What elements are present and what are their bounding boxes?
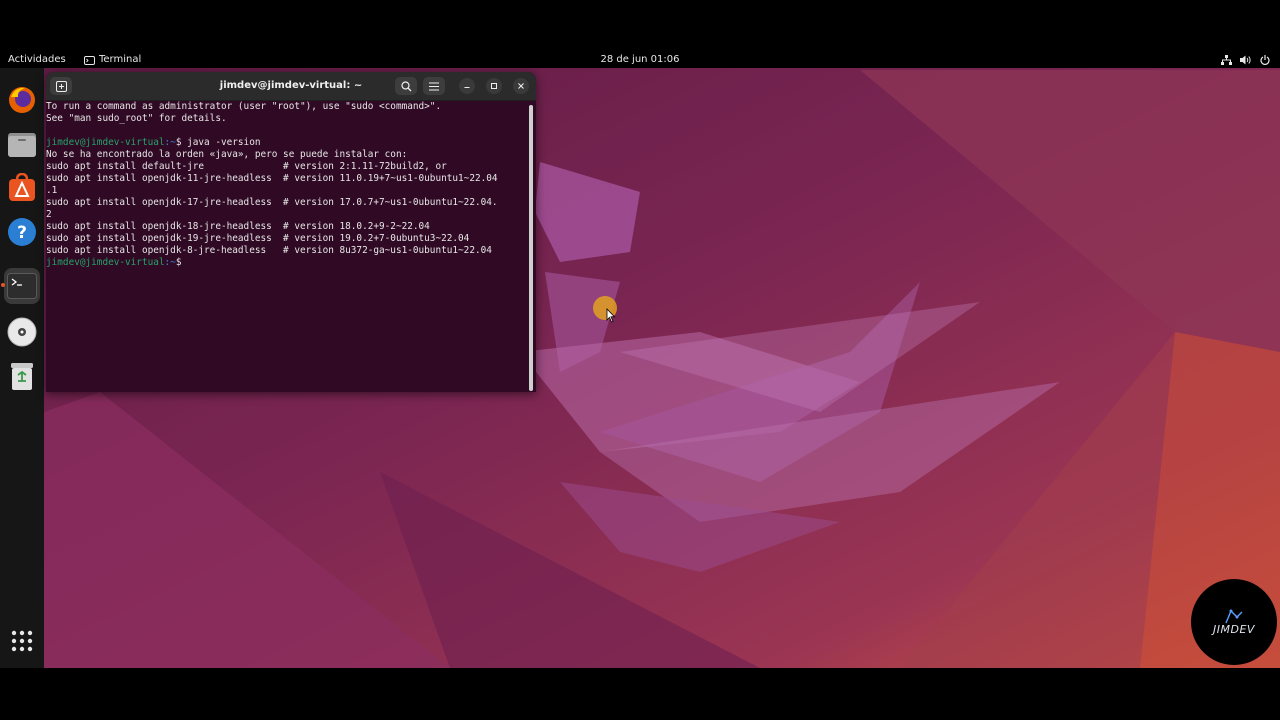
terminal-line: sudo apt install openjdk-19-jre-headless…	[46, 233, 470, 244]
terminal-line: See "man sudo_root" for details.	[46, 113, 227, 124]
software-icon	[9, 173, 35, 201]
prompt-command: $ java -version	[175, 137, 261, 148]
terminal-line: sudo apt install openjdk-18-jre-headless…	[46, 221, 430, 232]
firefox-icon	[9, 87, 35, 113]
svg-text:?: ?	[17, 223, 27, 243]
app-menu[interactable]: Terminal	[84, 52, 141, 68]
menu-button[interactable]	[423, 77, 445, 95]
terminal-line: 2	[46, 209, 52, 220]
maximize-icon	[491, 83, 497, 89]
desktop-screen: Actividades Terminal 28 de jun 01:06 ? j…	[0, 52, 1280, 668]
prompt-path: :~	[164, 257, 176, 268]
new-tab-icon	[55, 80, 67, 92]
terminal-line: .1	[46, 185, 58, 196]
minimize-icon	[464, 87, 470, 88]
maximize-button[interactable]	[486, 78, 502, 94]
prompt-path: :~	[164, 137, 176, 148]
new-tab-button[interactable]	[50, 77, 72, 95]
dock-item-terminal[interactable]	[1, 268, 40, 304]
system-tray[interactable]	[1221, 52, 1270, 68]
trash-icon	[11, 363, 33, 390]
dock-item-trash[interactable]	[4, 358, 40, 394]
dock-item-disc[interactable]	[4, 314, 40, 350]
terminal-line: sudo apt install openjdk-11-jre-headless…	[46, 173, 498, 184]
terminal-small-icon	[84, 55, 95, 65]
terminal-scrollbar[interactable]	[529, 105, 533, 391]
app-menu-label: Terminal	[99, 54, 142, 65]
terminal-prompt-line: jimdev@jimdev-virtual:~$ java -version	[46, 137, 528, 149]
terminal-prompt-line[interactable]: jimdev@jimdev-virtual:~$	[46, 257, 528, 269]
terminal-window[interactable]: jimdev@jimdev-virtual: ~ To run a comman…	[46, 72, 536, 392]
mouse-cursor	[593, 296, 617, 323]
dock-item-files[interactable]	[4, 126, 40, 162]
prompt-user: jimdev@jimdev-virtual	[46, 257, 165, 268]
terminal-icon	[7, 273, 37, 299]
volume-icon[interactable]	[1240, 55, 1252, 65]
app-grid-icon	[11, 630, 33, 652]
show-apps-button[interactable]	[4, 623, 40, 659]
terminal-line: No se ha encontrado la orden «java», per…	[46, 149, 408, 160]
running-indicator	[1, 283, 5, 287]
hamburger-icon	[429, 81, 439, 91]
dock-item-firefox[interactable]	[4, 82, 40, 118]
clock[interactable]: 28 de jun 01:06	[600, 54, 679, 65]
terminal-headerbar[interactable]: jimdev@jimdev-virtual: ~	[46, 72, 536, 101]
power-icon[interactable]	[1260, 55, 1270, 65]
terminal-line: sudo apt install default-jre # version 2…	[46, 161, 447, 172]
activities-button[interactable]: Actividades	[8, 52, 66, 68]
close-button[interactable]	[513, 78, 529, 94]
close-icon	[518, 83, 524, 89]
search-button[interactable]	[395, 77, 417, 95]
top-bar: Actividades Terminal 28 de jun 01:06	[0, 52, 1280, 68]
dock: ?	[0, 68, 44, 668]
dock-item-help[interactable]: ?	[4, 214, 40, 250]
network-icon[interactable]	[1221, 55, 1232, 65]
terminal-line: sudo apt install openjdk-8-jre-headless …	[46, 245, 492, 256]
minimize-button[interactable]	[459, 78, 475, 94]
disc-icon	[7, 317, 37, 347]
terminal-line: To run a command as administrator (user …	[46, 101, 442, 112]
search-icon	[400, 80, 411, 91]
watermark-text: JIMDEV	[1213, 622, 1255, 636]
prompt-command: $	[175, 257, 188, 268]
prompt-user: jimdev@jimdev-virtual	[46, 137, 165, 148]
help-icon: ?	[8, 218, 36, 246]
files-icon	[8, 133, 36, 157]
terminal-line: sudo apt install openjdk-17-jre-headless…	[46, 197, 498, 208]
jimdev-watermark: JIMDEV	[1191, 579, 1277, 665]
dock-item-software[interactable]	[4, 170, 40, 206]
terminal-output[interactable]: To run a command as administrator (user …	[46, 101, 528, 392]
